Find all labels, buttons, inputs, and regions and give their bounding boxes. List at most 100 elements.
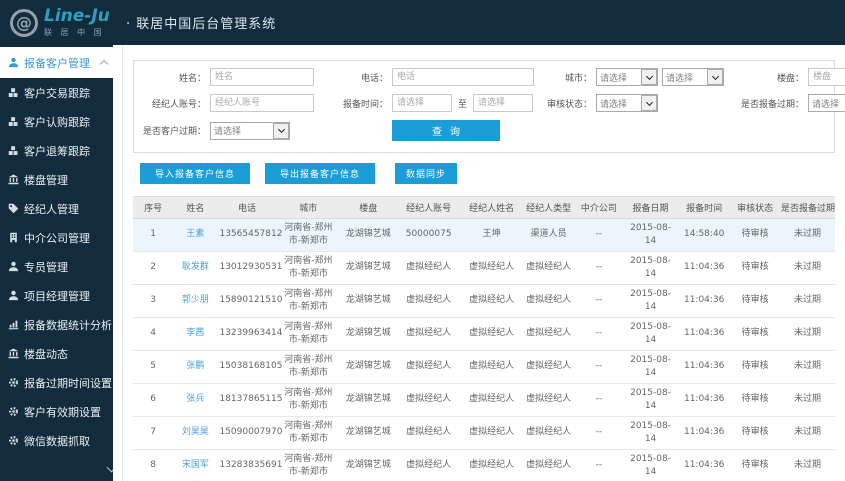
table-row[interactable]: 6 张兵 18137865115 河南省-郑州市-新郑市 龙湖锦艺城 虚拟经纪人 虚拟经纪人… [133, 383, 835, 417]
chart-icon [8, 319, 19, 330]
table-cell: 未过期 [779, 416, 835, 450]
sidebar-item-label: 客户退筹跟踪 [24, 144, 90, 158]
table-cell: 龙湖锦艺城 [340, 284, 397, 318]
sidebar-item-label: 经纪人管理 [24, 202, 79, 216]
sidebar-item[interactable]: 微信数据抓取 [0, 426, 113, 455]
sidebar-item[interactable]: 楼盘管理 [0, 165, 113, 194]
table-row[interactable]: 7 刘昊昊 15090007970 河南省-郑州市-新郑市 龙湖锦艺城 虚拟经纪人 虚拟经纪… [133, 416, 835, 450]
table-cell: 虚拟经纪人 [522, 350, 575, 384]
report-table-wrap: 序号 姓名 电话 城市 楼盘 经纪人账号 经纪人姓名 经纪人类型 中介公司 报备日期 报备时间 审核状… [133, 196, 835, 481]
customer-name-link[interactable]: 宋国军 [173, 449, 218, 481]
table-cell: 龙湖锦艺城 [340, 251, 397, 285]
user-icon [8, 290, 19, 301]
city-city-value: 请选择 [666, 73, 694, 84]
report-expired-value: 请选择 [812, 99, 840, 110]
export-customers-button[interactable]: 导出报备客户信息 [265, 163, 375, 184]
estate-label: 楼盘： [776, 73, 804, 84]
sidebar-item[interactable]: 客户有效期设置 [0, 397, 113, 426]
table-row[interactable]: 1 王素 13565457812 河南省-郑州市-新郑市 龙湖锦艺城 50000075 王坤… [133, 218, 835, 252]
table-cell: 15090007970 [217, 416, 282, 450]
gear-icon [8, 406, 19, 417]
table-cell: 11:04:36 [678, 416, 731, 450]
sidebar-item[interactable]: 中介公司管理 [0, 223, 113, 252]
customer-name-link[interactable]: 张兵 [173, 383, 218, 417]
table-cell: 未过期 [779, 251, 835, 285]
sidebar-item[interactable]: 经纪人管理 [0, 194, 113, 223]
table-cell: 13239963414 [217, 317, 282, 351]
sidebar-item[interactable]: 客户交易跟踪 [0, 78, 113, 107]
table-cell: 11:04:36 [678, 383, 731, 417]
report-expired-select[interactable]: 请选择 [808, 94, 845, 112]
table-row[interactable]: 8 宋国军 13283835691 河南省-郑州市-新郑市 龙湖锦艺城 虚拟经纪人 虚拟经纪… [133, 449, 835, 481]
table-row[interactable]: 2 耿发群 13012930531 河南省-郑州市-新郑市 龙湖锦艺城 虚拟经纪人 虚拟经纪… [133, 251, 835, 285]
chevron-down-icon[interactable] [641, 95, 657, 111]
import-customers-button[interactable]: 导入报备客户信息 [140, 163, 250, 184]
table-cell: 5 [133, 350, 174, 384]
sidebar-item[interactable]: 项目经理管理 [0, 281, 113, 310]
user-icon [8, 261, 19, 272]
city-city-select[interactable]: 请选择 [662, 68, 724, 86]
table-cell: -- [574, 383, 624, 417]
sidebar-item[interactable]: 报备数据统计分析 [0, 310, 113, 339]
city-province-select[interactable]: 请选择 [596, 68, 658, 86]
search-button[interactable]: 查询 [392, 120, 500, 141]
customer-name-link[interactable]: 郭少朋 [173, 284, 218, 318]
customer-expired-select[interactable]: 请选择 [210, 121, 290, 140]
table-cell: 2015-08-14 [623, 449, 679, 481]
sidebar-item[interactable]: 客户退筹跟踪 [0, 136, 113, 165]
table-cell: 虚拟经纪人 [522, 383, 575, 417]
chevron-down-icon[interactable] [641, 69, 657, 85]
customer-name-link[interactable]: 张鹏 [173, 350, 218, 384]
customer-name-link[interactable]: 李茜 [173, 317, 218, 351]
data-sync-button[interactable]: 数据同步 [395, 163, 457, 184]
sidebar-item-label: 客户认购跟踪 [24, 115, 90, 129]
table-cell: 未过期 [779, 218, 835, 252]
report-time-to-input[interactable] [473, 94, 534, 112]
table-cell: 龙湖锦艺城 [340, 383, 397, 417]
table-cell: 虚拟经纪人 [396, 383, 461, 417]
table-cell: 18137865115 [217, 383, 282, 417]
table-cell: 虚拟经纪人 [522, 317, 575, 351]
sidebar-item[interactable]: 楼盘动态 [0, 339, 113, 368]
table-cell: 河南省-郑州市-新郑市 [276, 449, 341, 481]
sidebar-item[interactable]: 专员管理 [0, 252, 113, 281]
customer-name-link[interactable]: 王素 [173, 218, 218, 252]
at-circle-icon: @ [10, 8, 38, 37]
sidebar-item-label: 报备客户管理 [24, 56, 90, 70]
estate-input[interactable] [808, 68, 845, 86]
audit-status-value: 请选择 [600, 99, 628, 110]
table-row[interactable]: 4 李茜 13239963414 河南省-郑州市-新郑市 龙湖锦艺城 虚拟经纪人 虚拟经纪人… [133, 317, 835, 351]
customer-name-link[interactable]: 耿发群 [173, 251, 218, 285]
bank-icon [8, 174, 19, 185]
tag-icon [8, 203, 19, 214]
name-input[interactable] [210, 68, 314, 86]
report-time-label: 报备时间： [342, 99, 388, 110]
agent-account-input[interactable] [210, 94, 314, 112]
report-time-from-input[interactable] [392, 94, 452, 112]
column-header: 经纪人账号 [396, 196, 461, 219]
customer-expired-value: 请选择 [214, 127, 242, 137]
chevron-up-icon[interactable] [99, 59, 109, 69]
customer-name-link[interactable]: 刘昊昊 [173, 416, 218, 450]
sidebar-item[interactable]: 客户认购跟踪 [0, 107, 113, 136]
column-header: 姓名 [173, 196, 218, 219]
sidebar-item[interactable]: 报备客户管理 [0, 47, 113, 78]
column-header: 经纪人类型 [522, 196, 575, 219]
table-cell: 虚拟经纪人 [460, 284, 523, 318]
phone-input[interactable] [392, 68, 534, 86]
table-row[interactable]: 3 郭少朋 15890121510 河南省-郑州市-新郑市 龙湖锦艺城 虚拟经纪人 虚拟经纪… [133, 284, 835, 318]
table-cell: 15038168105 [217, 350, 282, 384]
cubes-icon [8, 87, 19, 98]
table-row[interactable]: 5 张鹏 15038168105 河南省-郑州市-新郑市 龙湖锦艺城 虚拟经纪人 虚拟经纪人… [133, 350, 835, 384]
sidebar-item[interactable]: 报备过期时间设置 [0, 368, 113, 397]
table-cell: 13283835691 [217, 449, 282, 481]
sidebar-item-label: 客户有效期设置 [24, 405, 101, 419]
table-cell: 2015-08-14 [623, 218, 679, 252]
chevron-down-icon[interactable] [707, 69, 723, 85]
column-header: 报备日期 [623, 196, 679, 219]
report-table: 序号 姓名 电话 城市 楼盘 经纪人账号 经纪人姓名 经纪人类型 中介公司 报备日期 报备时间 审核状… [133, 196, 835, 481]
audit-status-select[interactable]: 请选择 [596, 94, 658, 112]
table-cell: 虚拟经纪人 [460, 251, 523, 285]
chevron-down-icon[interactable] [273, 122, 289, 139]
table-cell: 虚拟经纪人 [522, 449, 575, 481]
